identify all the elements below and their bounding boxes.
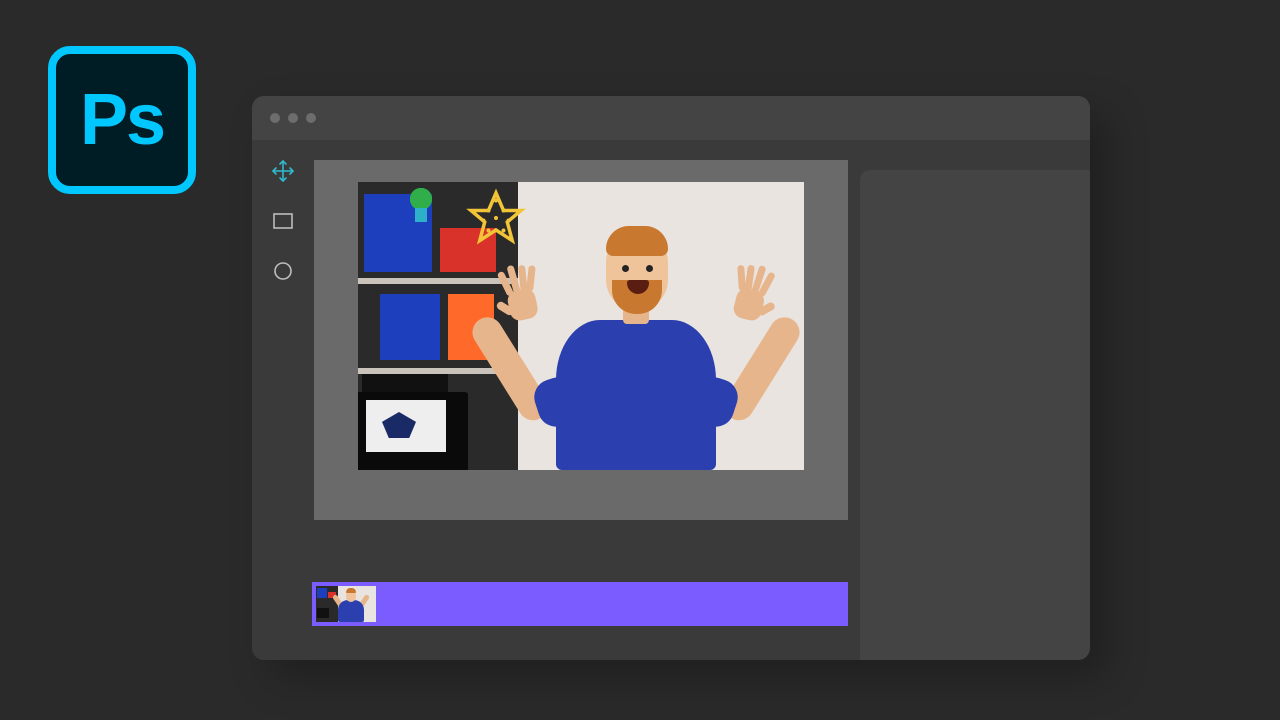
photo-person: [478, 210, 778, 470]
canvas-image[interactable]: [358, 182, 804, 470]
photoshop-badge: Ps: [48, 46, 196, 194]
window-dot[interactable]: [288, 113, 298, 123]
workspace: [252, 140, 1090, 660]
ellipse-tool[interactable]: [270, 258, 296, 284]
move-tool[interactable]: [270, 158, 296, 184]
window-dot[interactable]: [270, 113, 280, 123]
toolbar: [252, 140, 314, 660]
rectangle-tool[interactable]: [270, 208, 296, 234]
rectangle-tool-icon: [271, 209, 295, 233]
editor-window: [252, 96, 1090, 660]
photo-monitor: [358, 392, 468, 470]
titlebar: [252, 96, 1090, 140]
timeline-clip-thumbnail: [316, 586, 376, 622]
move-tool-icon: [271, 159, 295, 183]
ellipse-tool-icon: [271, 259, 295, 283]
window-dot[interactable]: [306, 113, 316, 123]
timeline-clip[interactable]: [312, 582, 848, 626]
canvas[interactable]: [314, 160, 848, 520]
photo-plant: [408, 186, 434, 212]
side-panel: [860, 170, 1090, 660]
photoshop-badge-label: Ps: [80, 79, 164, 161]
